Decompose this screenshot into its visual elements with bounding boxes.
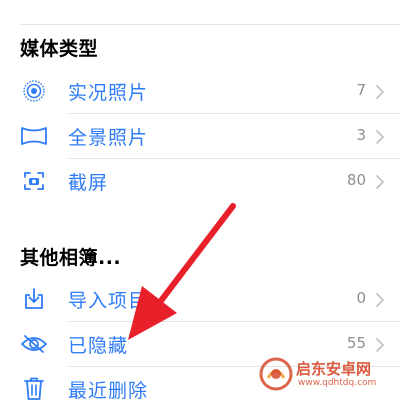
album-row-panoramas[interactable]: 全景照片 3 [0, 114, 400, 158]
album-row-imports[interactable]: 导入项目 0 [0, 277, 400, 321]
album-label: 截屏 [68, 172, 109, 194]
chevron-right-icon [374, 292, 386, 307]
album-count: 3 [356, 126, 366, 144]
album-count: 7 [356, 81, 366, 99]
panorama-icon [20, 124, 48, 148]
trash-icon [20, 377, 48, 400]
section-title-media-types: 媒体类型 [20, 38, 99, 60]
screenshot-icon [20, 169, 48, 193]
watermark-logo: 启东安卓网 www.qdhtdq.com [258, 356, 394, 396]
album-label: 实况照片 [68, 82, 149, 104]
chevron-right-icon [374, 129, 386, 144]
photos-albums-screen: 媒体类型 实况照片 7 全景照片 3 截屏 80 其他相簿... 导入项目 0 … [0, 0, 400, 400]
section-title-other-albums: 其他相簿... [20, 247, 122, 269]
album-row-screenshots[interactable]: 截屏 80 [0, 159, 400, 203]
top-divider [20, 24, 400, 25]
album-label: 导入项目 [68, 290, 149, 312]
album-count: 0 [356, 289, 366, 307]
album-count: 55 [346, 334, 366, 352]
album-count: 80 [346, 171, 366, 189]
album-label: 全景照片 [68, 127, 149, 149]
watermark-emblem-icon [259, 357, 293, 391]
import-icon [20, 287, 48, 311]
live-photo-icon [20, 79, 48, 103]
chevron-right-icon [374, 337, 386, 352]
album-row-live-photos[interactable]: 实况照片 7 [0, 69, 400, 113]
album-label: 最近删除 [68, 380, 149, 400]
chevron-right-icon [374, 174, 386, 189]
chevron-right-icon [374, 84, 386, 99]
hidden-eye-icon [20, 332, 48, 356]
watermark-title: 启东安卓网 [296, 360, 372, 378]
watermark-url: www.qdhtdq.com [298, 378, 377, 388]
album-label: 已隐藏 [68, 335, 129, 357]
